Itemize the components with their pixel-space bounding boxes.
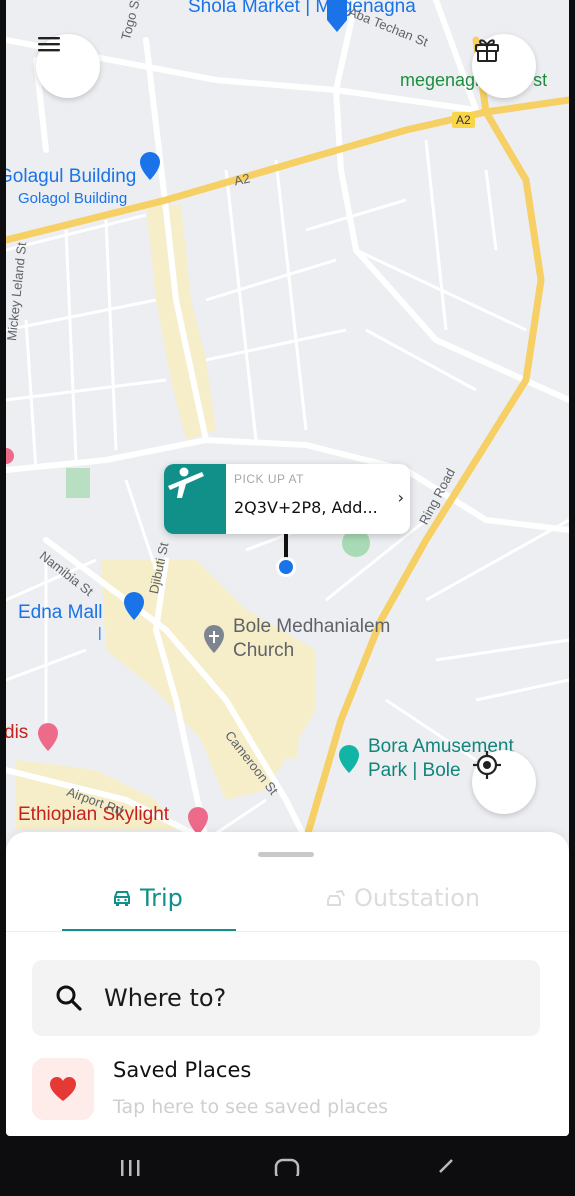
brand-logo (164, 464, 226, 534)
search-placeholder: Where to? (104, 984, 227, 1012)
map-label-edna-mall[interactable]: Edna Mall (18, 602, 103, 624)
tab-outstation[interactable]: Outstation (326, 884, 480, 912)
phone-screen: Shola Market | Megenagna Golagul Buildin… (6, 0, 569, 1136)
sheet-drag-handle[interactable] (258, 852, 314, 857)
map-label-edna-mall-bar: | (98, 624, 102, 640)
map-label-golagol-building[interactable]: Golagol Building (18, 190, 127, 207)
outstation-car-icon (327, 889, 345, 906)
crosshair-icon (473, 751, 501, 779)
back-icon[interactable] (432, 1156, 454, 1176)
my-location-button[interactable] (472, 750, 536, 814)
map-label-golagul-building[interactable]: Golagul Building (6, 166, 136, 188)
pickup-address: 2Q3V+2P8, Add... (234, 498, 378, 517)
map-view[interactable]: Shola Market | Megenagna Golagul Buildin… (6, 0, 569, 840)
search-icon (56, 985, 82, 1011)
system-nav-bar (0, 1136, 575, 1196)
tab-trip-label: Trip (140, 884, 183, 912)
pickup-location-card[interactable]: PICK UP AT 2Q3V+2P8, Add... › (164, 464, 410, 534)
car-icon (114, 891, 130, 906)
recents-icon[interactable] (118, 1156, 142, 1176)
map-label-bole-medhanialem[interactable]: Bole Medhanialem (233, 616, 390, 638)
street-badge-a2: A2 (452, 112, 475, 128)
tab-trip[interactable]: Trip (112, 884, 183, 912)
saved-places-title[interactable]: Saved Places (113, 1058, 251, 1082)
map-label-church[interactable]: Church (233, 640, 294, 662)
destination-search[interactable]: Where to? (32, 960, 540, 1036)
chevron-right-icon: › (397, 488, 404, 507)
pickup-label: PICK UP AT (234, 472, 304, 486)
heart-icon (50, 1077, 76, 1101)
tab-outstation-label: Outstation (354, 884, 481, 912)
map-label-bora-park-2[interactable]: Park | Bole (368, 760, 461, 782)
map-label-adis[interactable]: dis (6, 722, 28, 744)
home-icon[interactable] (274, 1156, 300, 1176)
map-canvas (6, 0, 569, 840)
runner-icon (168, 467, 204, 498)
bottom-sheet: Trip Outstation Where to? Saved Places T… (6, 832, 569, 1136)
gift-icon (475, 39, 499, 62)
rewards-button[interactable] (472, 34, 536, 98)
tab-divider (6, 931, 569, 932)
saved-places-subtitle[interactable]: Tap here to see saved places (113, 1096, 388, 1118)
menu-button[interactable] (36, 34, 100, 98)
hamburger-icon (38, 37, 60, 52)
saved-places-icon-tile[interactable] (32, 1058, 94, 1120)
